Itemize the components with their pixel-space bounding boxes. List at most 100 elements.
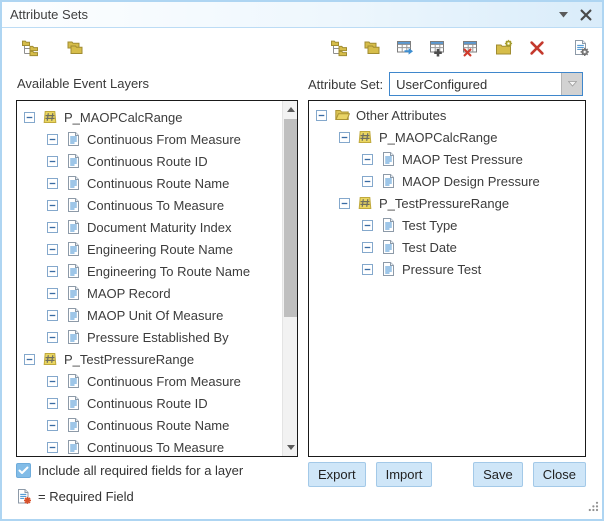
tree-view-icon[interactable] xyxy=(329,39,348,58)
collapse-toggle-icon[interactable] xyxy=(47,442,58,453)
field-icon xyxy=(65,219,81,235)
export-button[interactable]: Export xyxy=(308,462,366,487)
remove-table-icon[interactable] xyxy=(461,39,480,58)
collapse-toggle-icon[interactable] xyxy=(47,288,58,299)
resize-grip[interactable] xyxy=(588,499,599,517)
collapse-toggle-icon[interactable] xyxy=(362,176,373,187)
tree-view-icon[interactable] xyxy=(20,39,39,58)
scroll-down-icon[interactable] xyxy=(283,440,298,455)
close-icon[interactable] xyxy=(580,9,592,21)
tree-item-label[interactable]: Engineering To Route Name xyxy=(87,264,250,279)
tree-item-label[interactable]: Other Attributes xyxy=(356,108,446,123)
field-icon xyxy=(65,241,81,257)
close-button[interactable]: Close xyxy=(533,462,586,487)
tree-item-label[interactable]: Continuous To Measure xyxy=(87,440,224,455)
field-icon xyxy=(65,417,81,433)
collapse-toggle-icon[interactable] xyxy=(362,220,373,231)
folders-view-icon[interactable] xyxy=(65,39,84,58)
collapse-toggle-icon[interactable] xyxy=(316,110,327,121)
collapse-toggle-icon[interactable] xyxy=(47,244,58,255)
tree-item: P_MAOPCalcRange xyxy=(309,126,585,148)
required-field-label: = Required Field xyxy=(38,489,134,504)
tree-item-label[interactable]: Engineering Route Name xyxy=(87,242,233,257)
tree-item-label[interactable]: Continuous Route ID xyxy=(87,396,208,411)
labels-row: Available Event Layers Attribute Set: Us… xyxy=(17,72,588,96)
tree-item-label[interactable]: P_TestPressureRange xyxy=(64,352,194,367)
tree-item-label[interactable]: P_TestPressureRange xyxy=(379,196,509,211)
tree-item: Continuous Route ID xyxy=(17,392,282,414)
field-icon xyxy=(65,153,81,169)
tree-item: Pressure Test xyxy=(309,258,585,280)
export-table-icon[interactable] xyxy=(395,39,414,58)
field-icon xyxy=(380,151,396,167)
add-table-icon[interactable] xyxy=(428,39,447,58)
tree-item-label[interactable]: Test Type xyxy=(402,218,457,233)
field-icon xyxy=(380,173,396,189)
collapse-toggle-icon[interactable] xyxy=(24,354,35,365)
tree-item-label[interactable]: P_MAOPCalcRange xyxy=(64,110,183,125)
scrollbar-thumb[interactable] xyxy=(284,119,297,317)
tree-item-label[interactable]: MAOP Test Pressure xyxy=(402,152,523,167)
report-settings-icon[interactable] xyxy=(571,39,590,58)
collapse-toggle-icon[interactable] xyxy=(47,310,58,321)
event-layer-icon xyxy=(42,351,58,367)
event-layer-icon xyxy=(42,109,58,125)
collapse-toggle-icon[interactable] xyxy=(47,376,58,387)
field-icon xyxy=(380,239,396,255)
tree-item: P_MAOPCalcRange xyxy=(17,106,282,128)
tree-item-label[interactable]: Continuous To Measure xyxy=(87,198,224,213)
field-icon xyxy=(65,175,81,191)
collapse-caret-icon[interactable] xyxy=(559,12,568,18)
footer-buttons: Export Import Save Close xyxy=(308,461,586,487)
tree-item: Test Type xyxy=(309,214,585,236)
tree-item-label[interactable]: Continuous Route ID xyxy=(87,154,208,169)
tree-item: MAOP Design Pressure xyxy=(309,170,585,192)
field-icon xyxy=(65,131,81,147)
collapse-toggle-icon[interactable] xyxy=(24,112,35,123)
tree-item-label[interactable]: Pressure Established By xyxy=(87,330,229,345)
attribute-sets-dialog: Attribute Sets xyxy=(0,0,604,521)
tree-item-label[interactable]: Test Date xyxy=(402,240,457,255)
tree-item-label[interactable]: MAOP Design Pressure xyxy=(402,174,540,189)
collapse-toggle-icon[interactable] xyxy=(47,156,58,167)
available-event-layers-panel: P_MAOPCalcRange Continuous From Measure Co… xyxy=(16,100,298,457)
save-button[interactable]: Save xyxy=(473,462,523,487)
include-required-fields-label: Include all required fields for a layer xyxy=(38,463,243,478)
tree-item-label[interactable]: Continuous From Measure xyxy=(87,374,241,389)
tree-item: Continuous From Measure xyxy=(17,128,282,150)
vertical-scrollbar[interactable] xyxy=(282,101,297,456)
collapse-toggle-icon[interactable] xyxy=(47,178,58,189)
collapse-toggle-icon[interactable] xyxy=(47,134,58,145)
collapse-toggle-icon[interactable] xyxy=(339,198,350,209)
collapse-toggle-icon[interactable] xyxy=(362,264,373,275)
tree-item-label[interactable]: Document Maturity Index xyxy=(87,220,232,235)
collapse-toggle-icon[interactable] xyxy=(362,154,373,165)
collapse-toggle-icon[interactable] xyxy=(47,398,58,409)
tree-item-label[interactable]: MAOP Unit Of Measure xyxy=(87,308,223,323)
collapse-toggle-icon[interactable] xyxy=(47,420,58,431)
chevron-down-icon[interactable] xyxy=(561,73,582,95)
tree-item-label[interactable]: Continuous From Measure xyxy=(87,132,241,147)
collapse-toggle-icon[interactable] xyxy=(47,266,58,277)
collapse-toggle-icon[interactable] xyxy=(47,222,58,233)
collapse-toggle-icon[interactable] xyxy=(47,200,58,211)
attribute-set-tree: Other Attributes P_MAOPCalcRange MAOP Test… xyxy=(309,101,585,456)
tree-item: Test Date xyxy=(309,236,585,258)
delete-icon[interactable] xyxy=(527,39,546,58)
required-field-icon xyxy=(16,488,32,505)
attribute-set-dropdown[interactable]: UserConfigured xyxy=(389,72,583,96)
tree-item-label[interactable]: Pressure Test xyxy=(402,262,481,277)
tree-item-label[interactable]: Continuous Route Name xyxy=(87,176,229,191)
tree-item-label[interactable]: P_MAOPCalcRange xyxy=(379,130,498,145)
tree-item-label[interactable]: Continuous Route Name xyxy=(87,418,229,433)
event-layer-icon xyxy=(357,129,373,145)
new-attribute-set-folder-icon[interactable] xyxy=(494,39,513,58)
collapse-toggle-icon[interactable] xyxy=(339,132,350,143)
include-required-fields-checkbox[interactable] xyxy=(16,463,31,478)
tree-item-label[interactable]: MAOP Record xyxy=(87,286,171,301)
scroll-up-icon[interactable] xyxy=(283,102,298,117)
collapse-toggle-icon[interactable] xyxy=(362,242,373,253)
collapse-toggle-icon[interactable] xyxy=(47,332,58,343)
import-button[interactable]: Import xyxy=(376,462,433,487)
folders-view-icon[interactable] xyxy=(362,39,381,58)
